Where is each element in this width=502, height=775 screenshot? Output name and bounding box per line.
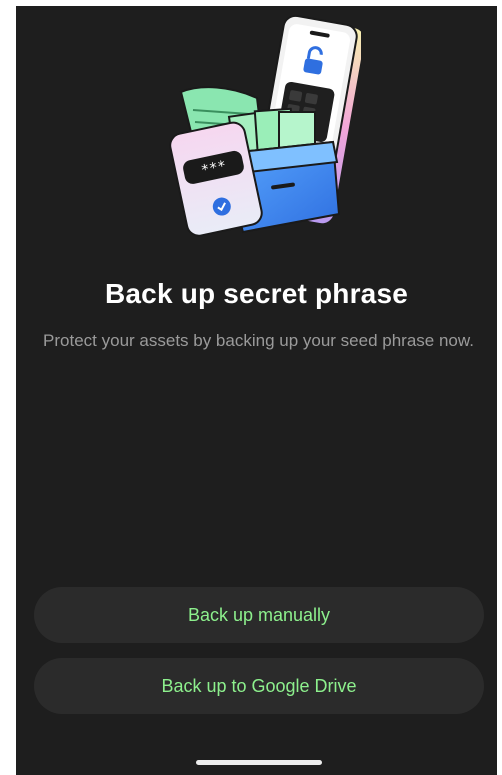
back-up-manually-button[interactable]: Back up manually (34, 587, 484, 643)
back-up-manually-label: Back up manually (187, 604, 331, 625)
backup-illustration-icon: *** (161, 14, 365, 239)
back-up-google-drive-label: Back up to Google Drive (161, 675, 357, 696)
back-up-google-drive-button[interactable]: Back up to Google Drive (34, 658, 484, 714)
page-title: Back up secret phrase (104, 278, 408, 309)
home-indicator[interactable] (196, 760, 322, 765)
backup-screen: *** Back up secret phrase Protect your a… (16, 6, 497, 775)
page-subtitle: Protect your assets by backing up your s… (43, 331, 474, 350)
